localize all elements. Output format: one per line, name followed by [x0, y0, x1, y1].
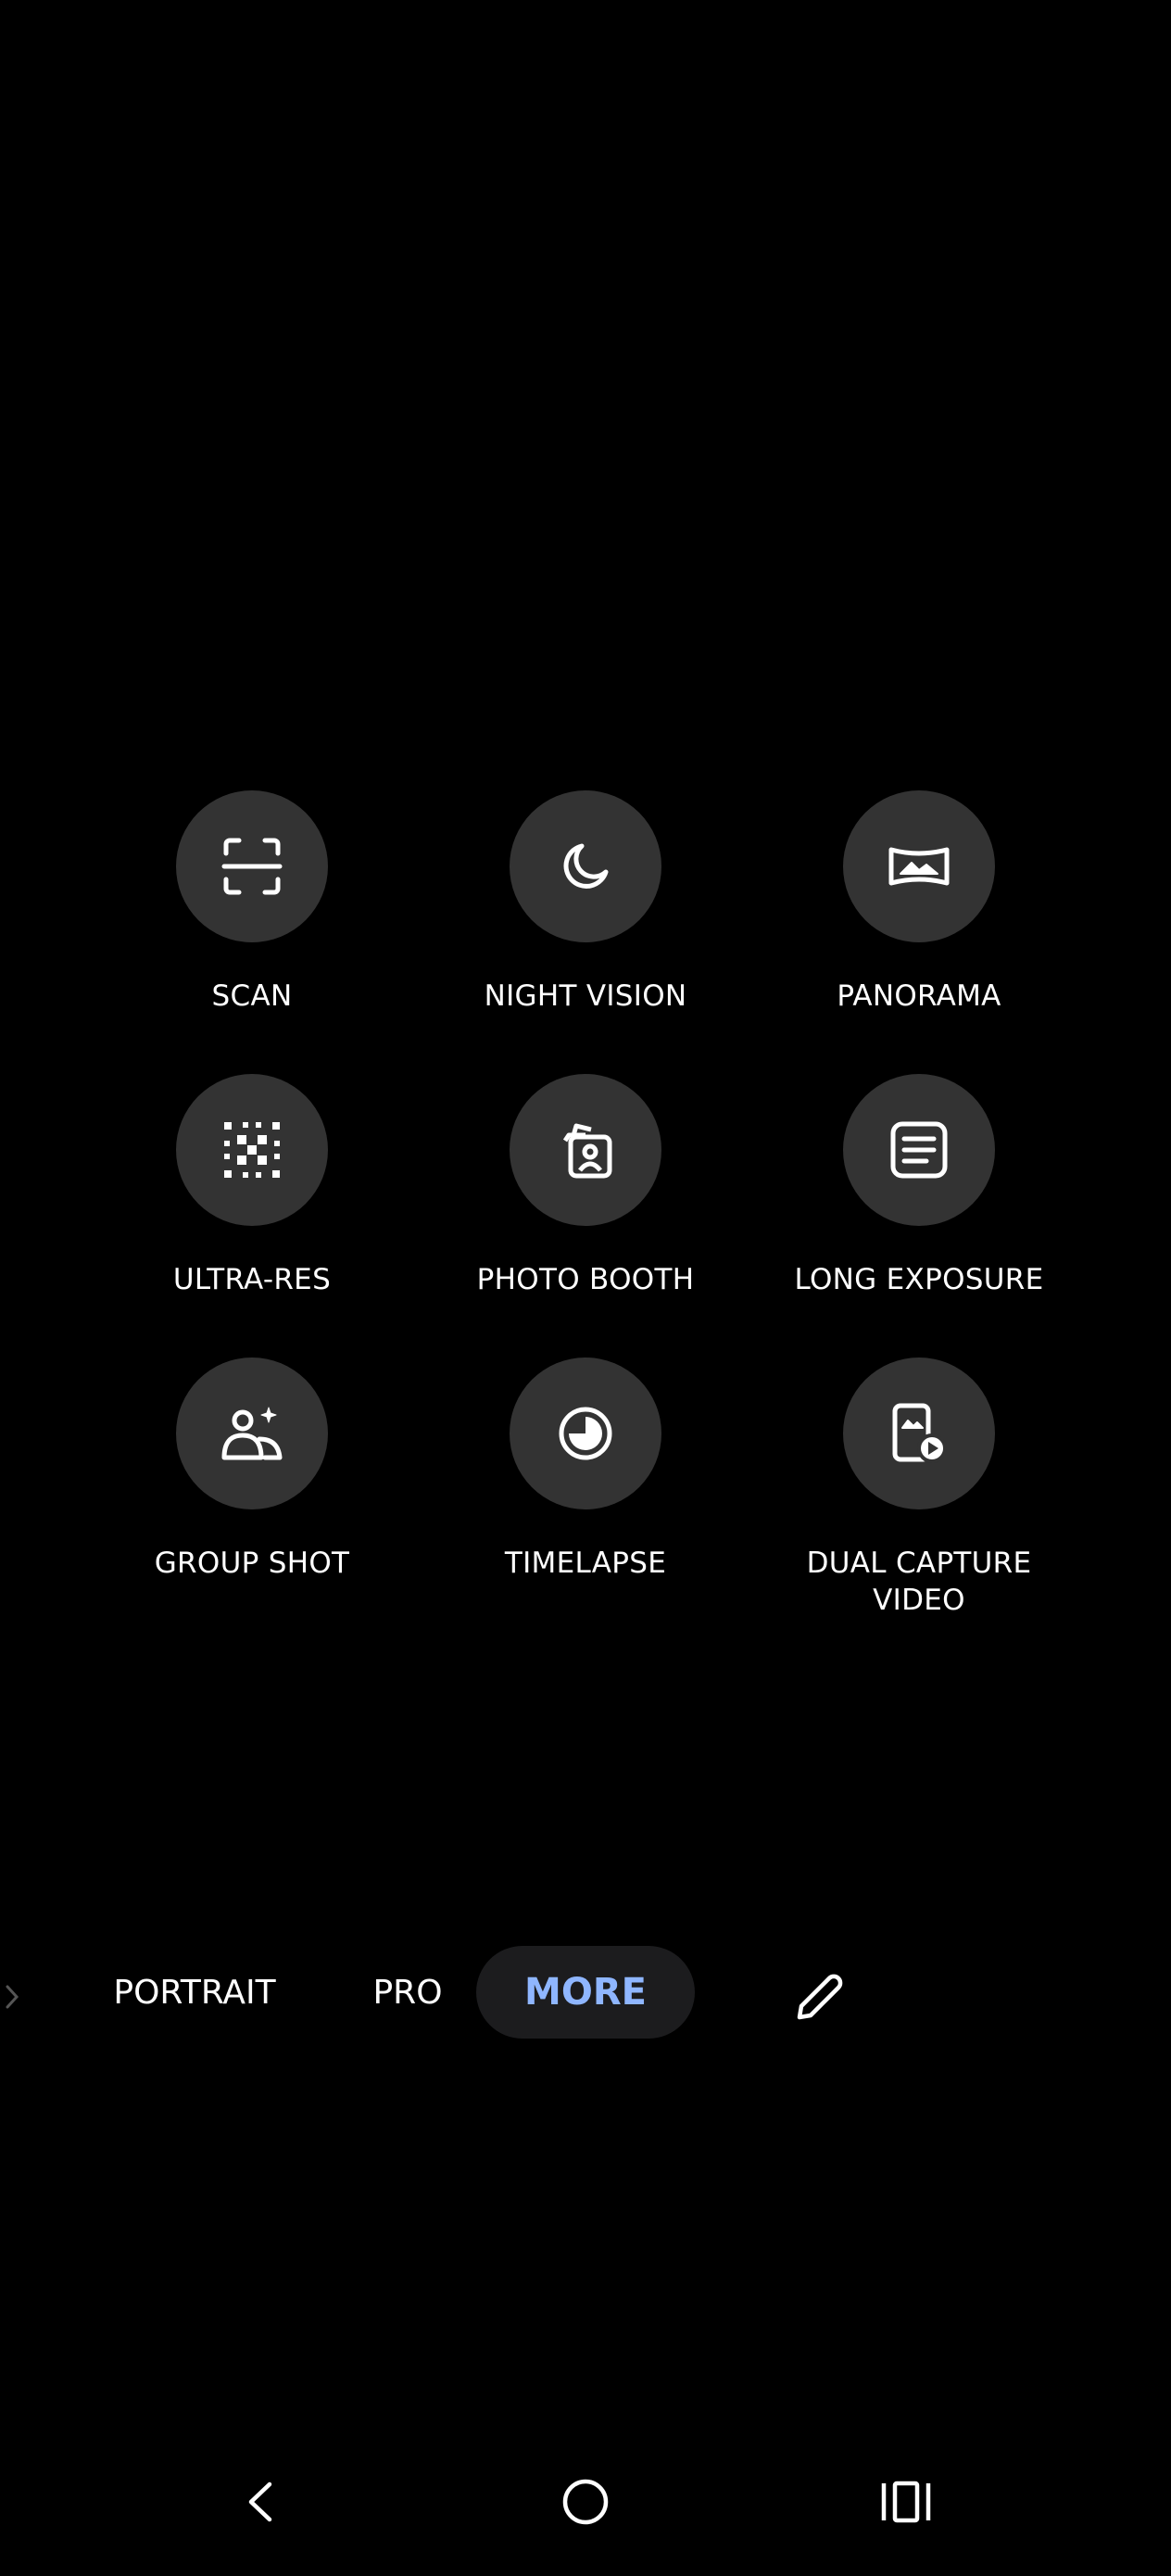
- mode-label: ULTRA-RES: [172, 1263, 332, 1296]
- tab-pro[interactable]: PRO: [352, 1946, 463, 2039]
- mode-label: DUAL CAPTURE VIDEO: [806, 1547, 1032, 1617]
- group-shot-icon: [221, 1407, 283, 1460]
- mode-photo-booth-button[interactable]: [510, 1074, 661, 1226]
- long-exposure-icon: [890, 1121, 948, 1179]
- mode-dual-capture-video-button[interactable]: [843, 1357, 995, 1509]
- mode-label: PHOTO BOOTH: [476, 1263, 695, 1296]
- dual-capture-video-icon: [892, 1403, 947, 1463]
- mode-night-vision[interactable]: NIGHT VISION: [428, 790, 743, 1015]
- tab-more[interactable]: MORE: [476, 1946, 695, 2039]
- mode-label: TIMELAPSE: [504, 1547, 667, 1580]
- mode-label: GROUP SHOT: [154, 1547, 350, 1580]
- mode-panorama[interactable]: PANORAMA: [762, 790, 1077, 1015]
- photo-booth-icon: [562, 1123, 612, 1179]
- mode-scan-button[interactable]: [176, 790, 328, 942]
- mode-label: SCAN: [211, 979, 293, 1013]
- mode-label: NIGHT VISION: [484, 979, 687, 1013]
- mode-dual-capture-video[interactable]: DUAL CAPTURE VIDEO: [762, 1357, 1077, 1619]
- back-icon: [248, 2481, 272, 2522]
- system-nav-bar: [0, 2456, 1171, 2557]
- mode-timelapse-button[interactable]: [510, 1357, 661, 1509]
- mode-panorama-button[interactable]: [843, 790, 995, 942]
- mode-long-exposure[interactable]: LONG EXPOSURE: [762, 1074, 1077, 1298]
- pencil-icon: [797, 1974, 843, 2020]
- moon-icon: [563, 843, 609, 889]
- mode-photo-booth[interactable]: PHOTO BOOTH: [428, 1074, 743, 1298]
- panorama-icon: [888, 847, 950, 886]
- recents-button[interactable]: [860, 2456, 952, 2548]
- mode-timelapse[interactable]: TIMELAPSE: [428, 1357, 743, 1582]
- mode-night-vision-button[interactable]: [510, 790, 661, 942]
- home-button[interactable]: [539, 2456, 632, 2548]
- camera-mode-grid: SCAN NIGHT VISION PANORAMA ULTRA-RES PHO…: [0, 0, 1171, 2576]
- edit-modes-button[interactable]: [787, 1964, 852, 2029]
- camera-mode-bar: PORTRAIT PRO MORE: [0, 1946, 1171, 2048]
- mode-group-shot[interactable]: GROUP SHOT: [94, 1357, 409, 1582]
- scan-icon: [221, 838, 283, 895]
- tab-portrait[interactable]: PORTRAIT: [102, 1946, 287, 2039]
- ultra-res-icon: [224, 1122, 280, 1178]
- mode-group-shot-button[interactable]: [176, 1357, 328, 1509]
- back-button[interactable]: [215, 2456, 308, 2548]
- recents-icon: [881, 2481, 931, 2523]
- mode-long-exposure-button[interactable]: [843, 1074, 995, 1226]
- mode-label: PANORAMA: [837, 979, 1001, 1013]
- timelapse-icon: [559, 1407, 612, 1460]
- mode-scan[interactable]: SCAN: [94, 790, 409, 1015]
- home-icon: [562, 2479, 609, 2525]
- mode-label: LONG EXPOSURE: [794, 1263, 1044, 1296]
- mode-ultra-res-button[interactable]: [176, 1074, 328, 1226]
- mode-ultra-res[interactable]: ULTRA-RES: [94, 1074, 409, 1298]
